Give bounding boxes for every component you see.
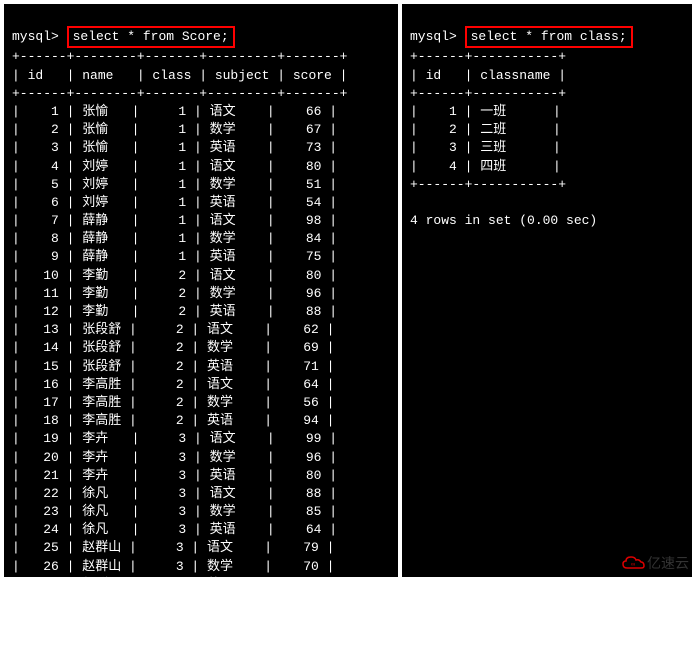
- mysql-prompt: mysql>: [12, 29, 59, 44]
- table-row: | 19 | 李卉 | 3 | 语文 | 99 |: [12, 430, 390, 448]
- result-footer: 4 rows in set (0.00 sec): [410, 213, 597, 228]
- table-row: | 20 | 李卉 | 3 | 数学 | 96 |: [12, 449, 390, 467]
- table-row: | 25 | 赵群山 | 3 | 语文 | 79 |: [12, 539, 390, 557]
- table-header-row: | id | name | class | subject | score |: [12, 68, 347, 83]
- sql-command-class: select * from class;: [465, 26, 633, 48]
- watermark: ∞ 亿速云: [621, 553, 689, 573]
- mysql-prompt: mysql>: [410, 29, 457, 44]
- table-header-row: | id | classname |: [410, 68, 566, 83]
- table-row: | 8 | 薛静 | 1 | 数学 | 84 |: [12, 230, 390, 248]
- mysql-terminal-class[interactable]: mysql> select * from class; +------+----…: [402, 4, 692, 577]
- table-row: | 7 | 薛静 | 1 | 语文 | 98 |: [12, 212, 390, 230]
- table-row: | 3 | 三班 |: [410, 139, 684, 157]
- mysql-terminal-score[interactable]: mysql> select * from Score; +------+----…: [4, 4, 398, 577]
- terminal-container: mysql> select * from Score; +------+----…: [0, 0, 699, 581]
- table-row: | 13 | 张段舒 | 2 | 语文 | 62 |: [12, 321, 390, 339]
- table-row: | 16 | 李高胜 | 2 | 语文 | 64 |: [12, 376, 390, 394]
- table-row: | 2 | 张愉 | 1 | 数学 | 67 |: [12, 121, 390, 139]
- table-border-mid: +------+--------+-------+---------+-----…: [12, 86, 347, 101]
- svg-text:∞: ∞: [631, 562, 635, 568]
- table-row: | 11 | 李勤 | 2 | 数学 | 96 |: [12, 285, 390, 303]
- table-row: | 15 | 张段舒 | 2 | 英语 | 71 |: [12, 358, 390, 376]
- table-row: | 24 | 徐凡 | 3 | 英语 | 64 |: [12, 521, 390, 539]
- table-row: | 17 | 李高胜 | 2 | 数学 | 56 |: [12, 394, 390, 412]
- table-row: | 4 | 刘婷 | 1 | 语文 | 80 |: [12, 158, 390, 176]
- table-row: | 4 | 四班 |: [410, 158, 684, 176]
- table-row: | 9 | 薛静 | 1 | 英语 | 75 |: [12, 248, 390, 266]
- table-row: | 2 | 二班 |: [410, 121, 684, 139]
- table-row: | 1 | 一班 |: [410, 103, 684, 121]
- cloud-icon: ∞: [621, 555, 645, 571]
- table-row: | 6 | 刘婷 | 1 | 英语 | 54 |: [12, 194, 390, 212]
- table-row: | 21 | 李卉 | 3 | 英语 | 80 |: [12, 467, 390, 485]
- table-row: | 14 | 张段舒 | 2 | 数学 | 69 |: [12, 339, 390, 357]
- table-border-bot: +------+-----------+: [410, 177, 566, 192]
- table-row: | 27 | 赵群山 | 3 | 英语 | 80 |: [12, 576, 390, 594]
- table-row: | 1 | 张愉 | 1 | 语文 | 66 |: [12, 103, 390, 121]
- table-row: | 18 | 李高胜 | 2 | 英语 | 94 |: [12, 412, 390, 430]
- watermark-text: 亿速云: [647, 553, 689, 573]
- table-row: | 26 | 赵群山 | 3 | 数学 | 70 |: [12, 558, 390, 576]
- table-row: | 5 | 刘婷 | 1 | 数学 | 51 |: [12, 176, 390, 194]
- table-row: | 12 | 李勤 | 2 | 英语 | 88 |: [12, 303, 390, 321]
- table-border-bot: +------+--------+-------+---------+-----…: [12, 595, 347, 610]
- result-footer: 27 rows in set (0.02 sec): [12, 631, 207, 646]
- score-table-body: | 1 | 张愉 | 1 | 语文 | 66 || 2 | 张愉 | 1 | 数…: [12, 103, 390, 594]
- class-table-body: | 1 | 一班 || 2 | 二班 || 3 | 三班 || 4 | 四班 |: [410, 103, 684, 176]
- table-row: | 23 | 徐凡 | 3 | 数学 | 85 |: [12, 503, 390, 521]
- table-row: | 22 | 徐凡 | 3 | 语文 | 88 |: [12, 485, 390, 503]
- table-border-top: +------+--------+-------+---------+-----…: [12, 49, 347, 64]
- table-border-mid: +------+-----------+: [410, 86, 566, 101]
- table-row: | 10 | 李勤 | 2 | 语文 | 80 |: [12, 267, 390, 285]
- table-row: | 3 | 张愉 | 1 | 英语 | 73 |: [12, 139, 390, 157]
- table-border-top: +------+-----------+: [410, 49, 566, 64]
- sql-command-score: select * from Score;: [67, 26, 235, 48]
